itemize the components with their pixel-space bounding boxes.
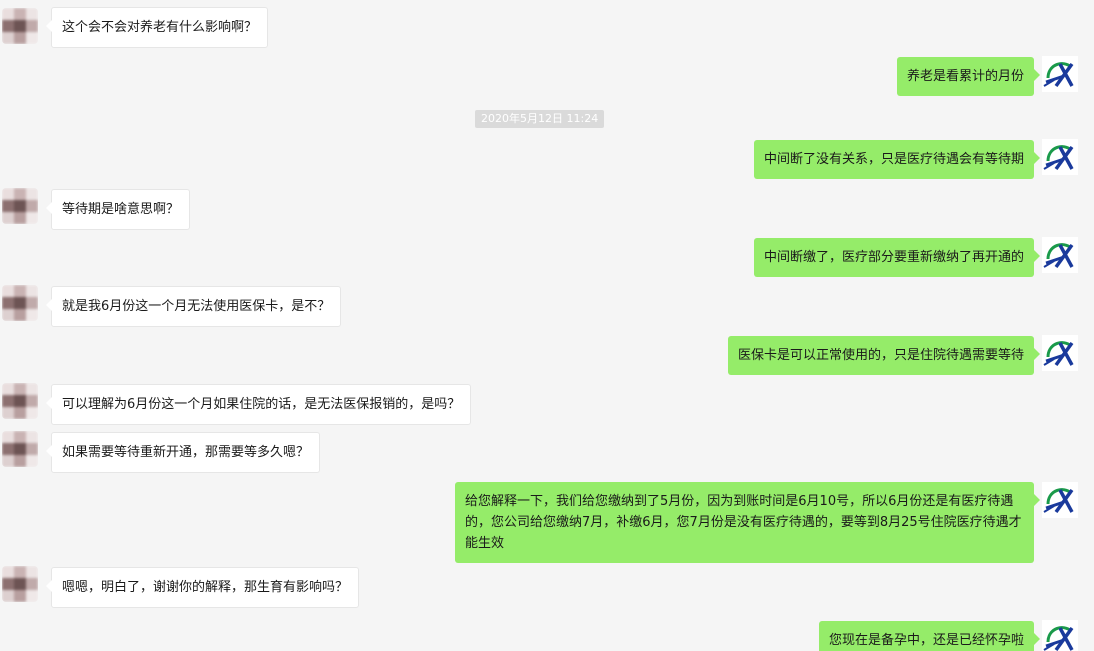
user-avatar-logo-icon[interactable]	[1042, 237, 1078, 273]
message-bubble-received[interactable]: 就是我6月份这一个月无法使用医保卡，是不？	[45, 286, 342, 327]
contact-avatar[interactable]	[2, 188, 38, 224]
contact-avatar[interactable]	[2, 383, 38, 419]
contact-avatar[interactable]	[2, 8, 38, 44]
message-bubble-sent[interactable]: 给您解释一下，我们给您缴纳到了5月份，因为到账时间是6月10号，所以6月份还是有…	[455, 482, 1040, 563]
contact-avatar[interactable]	[2, 566, 38, 602]
message-bubble-sent[interactable]: 中间断了没有关系，只是医疗待遇会有等待期	[753, 140, 1041, 179]
message-bubble-received[interactable]: 这个会不会对养老有什么影响啊？	[45, 7, 269, 48]
message-bubble-sent[interactable]: 医保卡是可以正常使用的，只是住院待遇需要等待	[727, 336, 1041, 375]
user-avatar-logo-icon[interactable]	[1042, 482, 1078, 518]
message-bubble-received[interactable]: 可以理解为6月份这一个月如果住院的话，是无法医保报销的，是吗？	[45, 384, 472, 425]
message-bubble-sent[interactable]: 中间断缴了，医疗部分要重新缴纳了再开通的	[753, 238, 1041, 277]
user-avatar-logo-icon[interactable]	[1042, 335, 1078, 371]
user-avatar-logo-icon[interactable]	[1042, 620, 1078, 651]
message-bubble-received[interactable]: 如果需要等待重新开通，那需要等多久嗯？	[45, 432, 321, 473]
message-bubble-received[interactable]: 嗯嗯，明白了，谢谢你的解释，那生育有影响吗？	[45, 567, 360, 608]
contact-avatar[interactable]	[2, 285, 38, 321]
user-avatar-logo-icon[interactable]	[1042, 56, 1078, 92]
message-bubble-received[interactable]: 等待期是啥意思啊？	[45, 189, 191, 230]
message-bubble-sent[interactable]: 养老是看累计的月份	[896, 57, 1041, 96]
timestamp-label: 2020年5月12日 11:24	[475, 110, 605, 128]
message-bubble-sent[interactable]: 您现在是备孕中，还是已经怀孕啦	[818, 621, 1041, 651]
chat-window: 这个会不会对养老有什么影响啊？ 养老是看累计的月份 2020年5月12日 11:…	[0, 0, 1094, 651]
contact-avatar[interactable]	[2, 431, 38, 467]
user-avatar-logo-icon[interactable]	[1042, 139, 1078, 175]
